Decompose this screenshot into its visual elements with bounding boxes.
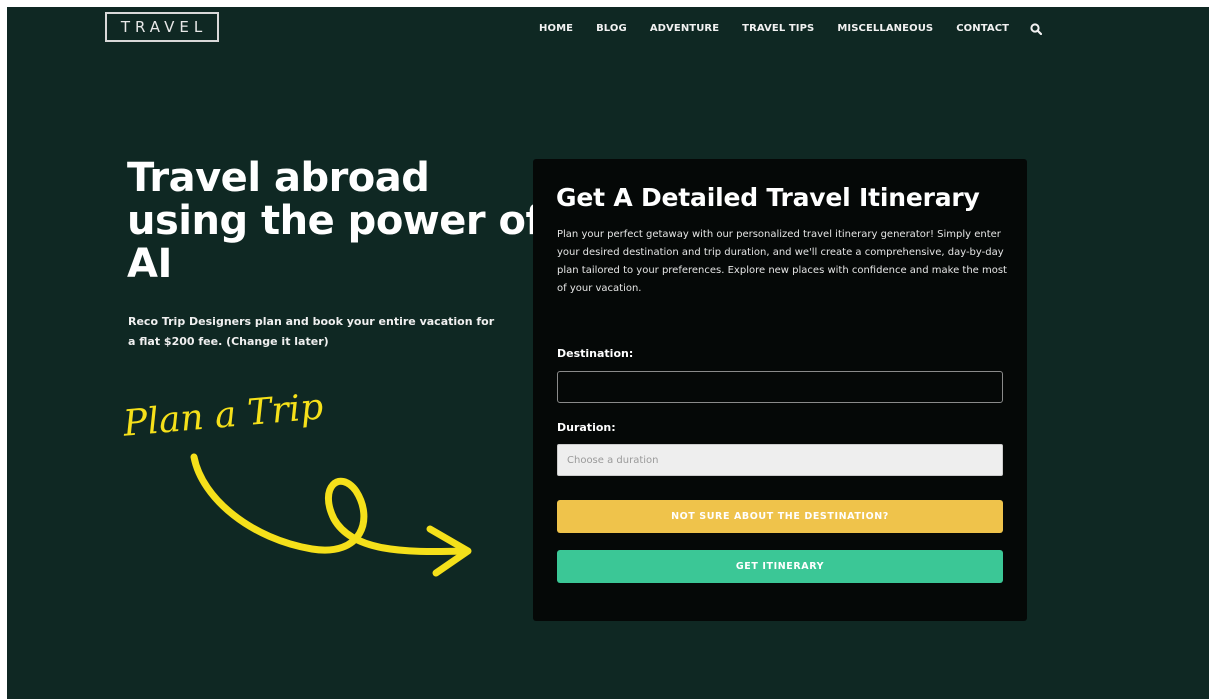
card-description: Plan your perfect getaway with our perso…: [557, 229, 1007, 294]
site-logo[interactable]: TRAVEL: [105, 12, 219, 42]
card-title: Get A Detailed Travel Itinerary: [556, 183, 980, 212]
main-nav: HOME BLOG ADVENTURE TRAVEL TIPS MISCELLA…: [539, 20, 1044, 36]
search-icon[interactable]: [1030, 20, 1044, 36]
destination-label: Destination:: [557, 347, 634, 360]
nav-miscellaneous[interactable]: MISCELLANEOUS: [837, 23, 933, 34]
nav-contact[interactable]: CONTACT: [956, 23, 1009, 34]
nav-blog[interactable]: BLOG: [596, 23, 627, 34]
nav-adventure[interactable]: ADVENTURE: [650, 23, 719, 34]
itinerary-card: Get A Detailed Travel Itinerary Plan you…: [533, 159, 1027, 621]
nav-travel-tips[interactable]: TRAVEL TIPS: [742, 23, 814, 34]
duration-input[interactable]: [557, 444, 1003, 476]
hero-title: Travel abroad using the power of AI: [127, 155, 543, 287]
duration-label: Duration:: [557, 421, 616, 434]
page: TRAVEL HOME BLOG ADVENTURE TRAVEL TIPS M…: [7, 7, 1209, 699]
not-sure-destination-button[interactable]: NOT SURE ABOUT THE DESTINATION?: [557, 500, 1003, 533]
nav-home[interactable]: HOME: [539, 23, 573, 34]
site-logo-text: TRAVEL: [120, 18, 208, 36]
curly-arrow-icon: [190, 453, 472, 577]
hero-subtitle: Reco Trip Designers plan and book your e…: [128, 315, 495, 348]
get-itinerary-button[interactable]: GET ITINERARY: [557, 550, 1003, 583]
destination-input[interactable]: [557, 371, 1003, 403]
